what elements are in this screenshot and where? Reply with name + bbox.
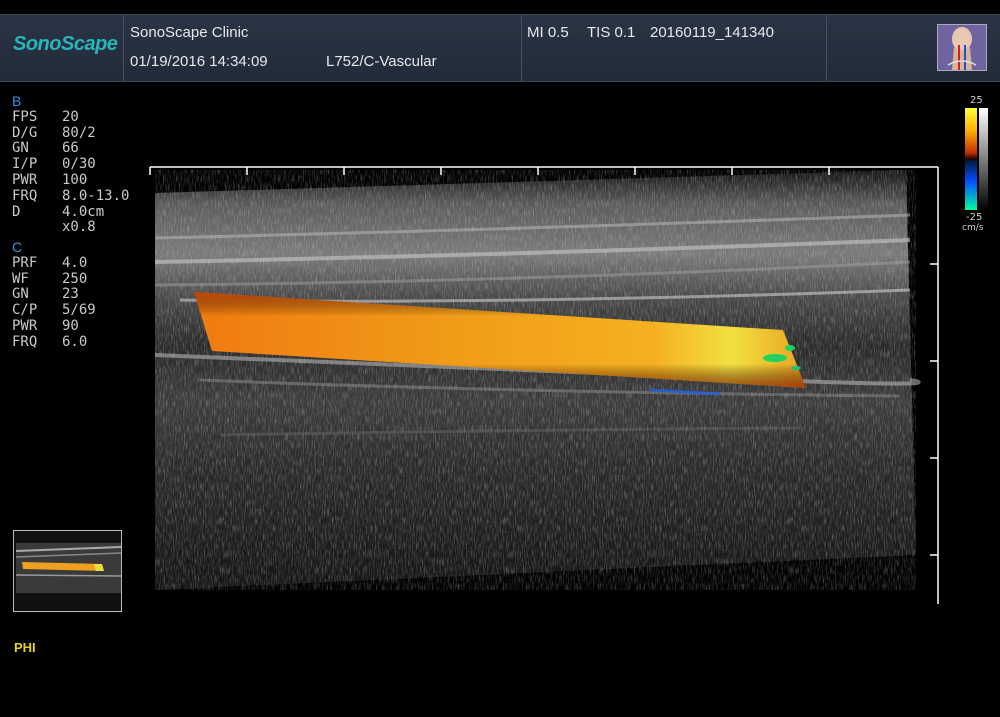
phi-mode-label: PHI <box>14 640 36 655</box>
ultrasound-image[interactable] <box>0 0 1000 717</box>
overview-thumbnail[interactable] <box>13 530 122 612</box>
